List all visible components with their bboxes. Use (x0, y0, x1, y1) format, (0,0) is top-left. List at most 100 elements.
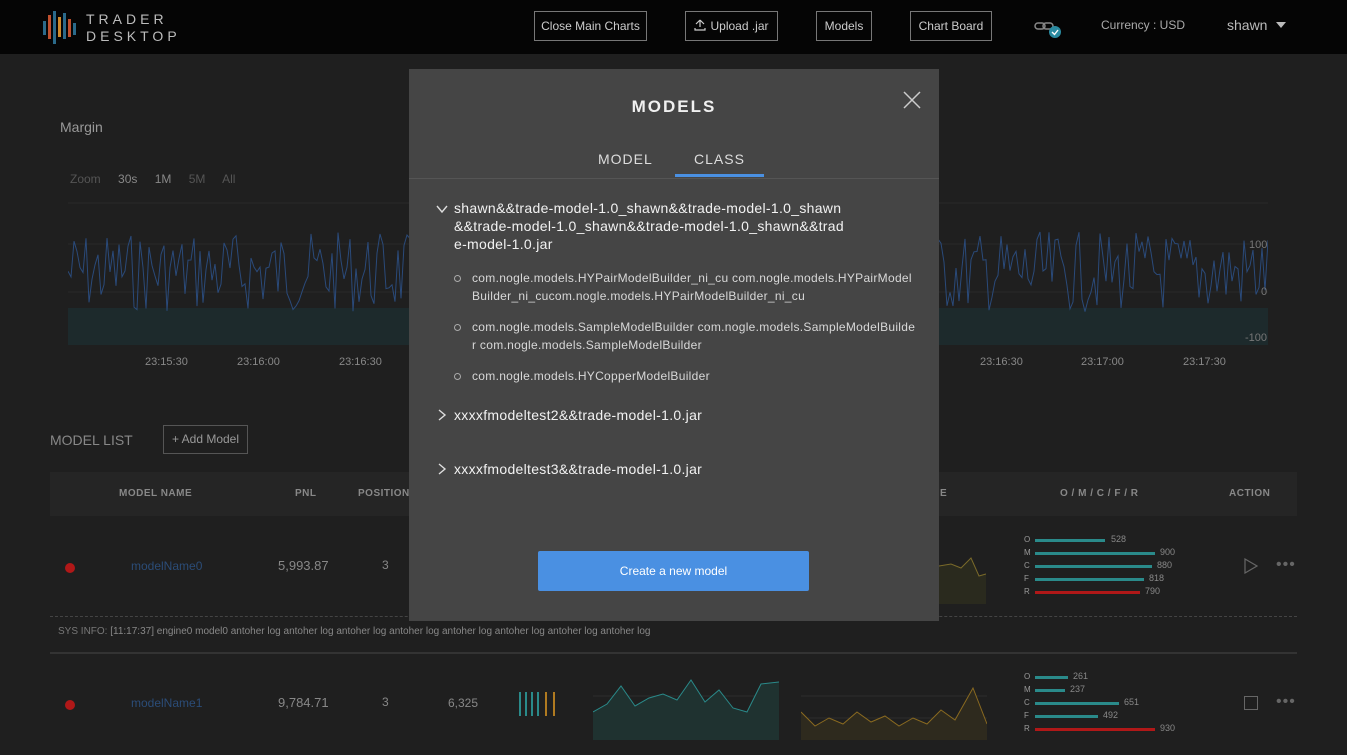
active-tab-indicator (675, 174, 764, 177)
class-item[interactable]: com.nogle.models.HYCopperModelBuilder (472, 367, 917, 385)
stop-icon[interactable] (1244, 696, 1258, 710)
pnl-value: 9,784.71 (278, 695, 329, 710)
user-menu[interactable]: shawn (1227, 17, 1267, 33)
jar-item[interactable]: xxxxfmodeltest3&&trade-model-1.0.jar (454, 460, 702, 478)
app-logo[interactable]: TRADER DESKTOP (42, 10, 182, 46)
x-tick: 23:16:00 (237, 356, 280, 368)
upload-jar-button[interactable]: Upload .jar (685, 11, 778, 41)
logo-line2: DESKTOP (86, 28, 181, 44)
y-tick-100: 100 (1249, 239, 1268, 251)
chevron-down-icon[interactable] (1276, 22, 1286, 28)
sys-info-label: SYS INFO: (58, 626, 108, 637)
omcfr-value: 930 (1160, 723, 1176, 733)
zoom-label: Zoom (70, 172, 101, 186)
row-sparkline (939, 557, 986, 604)
position-value: 3 (382, 558, 389, 572)
omcfr-value: 492 (1103, 710, 1119, 720)
omcfr-label: M (1024, 685, 1031, 694)
connection-status-icon[interactable] (1034, 19, 1064, 39)
omcfr-label: O (1024, 535, 1031, 544)
jar-name-line: e-model-1.0.jar (454, 236, 553, 252)
play-icon[interactable] (1244, 558, 1258, 574)
x-tick: 23:17:00 (1081, 356, 1124, 368)
omcfr-bar (1035, 676, 1068, 679)
row-teal-chart (593, 679, 779, 740)
omcfr-label: O (1024, 672, 1031, 681)
class-item[interactable]: com.nogle.models.SampleModelBuilder com.… (472, 318, 917, 354)
bullet-icon (454, 275, 461, 282)
status-dot (65, 700, 75, 710)
zoom-controls: Zoom 30s 1M 5M All (70, 172, 249, 186)
x-tick: 23:16:30 (339, 356, 382, 368)
omcfr-label: R (1024, 587, 1030, 596)
close-icon[interactable] (901, 89, 923, 111)
upload-jar-label: Upload .jar (710, 19, 769, 33)
header-pnl: PNL (295, 488, 317, 499)
chevron-right-icon[interactable] (436, 409, 448, 421)
margin-chart-title: Margin (60, 119, 103, 135)
position-value: 3 (382, 695, 389, 709)
top-bar: TRADER DESKTOP Close Main Charts Upload … (0, 0, 1347, 54)
zoom-30s[interactable]: 30s (118, 172, 137, 186)
omcfr-value: 261 (1073, 671, 1089, 681)
chart-board-button[interactable]: Chart Board (910, 11, 992, 41)
omcfr-bar (1035, 552, 1155, 555)
class-item[interactable]: com.nogle.models.HYPairModelBuilder_ni_c… (472, 269, 917, 305)
zoom-all[interactable]: All (222, 172, 235, 186)
omcfr-label: R (1024, 724, 1030, 733)
jar-item-expanded[interactable]: shawn&&trade-model-1.0_shawn&&trade-mode… (454, 199, 844, 253)
omcfr-label: C (1024, 561, 1030, 570)
model-name-link[interactable]: modelName0 (131, 559, 202, 573)
mini-bars-icon (519, 692, 555, 716)
omcfr-label: C (1024, 698, 1030, 707)
models-button[interactable]: Models (816, 11, 872, 41)
close-main-charts-button[interactable]: Close Main Charts (534, 11, 647, 41)
omcfr-bar (1035, 565, 1152, 568)
upload-icon (694, 19, 707, 31)
omcfr-value: 900 (1160, 547, 1176, 557)
status-dot (65, 563, 75, 573)
row-separator (50, 652, 1297, 654)
models-modal: MODELS MODEL CLASS shawn&&trade-model-1.… (409, 69, 939, 621)
y-tick-0: 0 (1261, 286, 1268, 298)
header-e: E (940, 488, 948, 499)
logo-bars-icon (43, 11, 76, 44)
currency-label: Currency : USD (1101, 18, 1186, 32)
bullet-icon (454, 373, 461, 380)
model-name-link[interactable]: modelName1 (131, 696, 202, 710)
tab-model[interactable]: MODEL (598, 151, 653, 167)
bullet-icon (454, 324, 461, 331)
omcfr-label: F (1024, 711, 1029, 720)
add-model-button[interactable]: + Add Model (163, 425, 248, 454)
model-list-title: MODEL LIST (50, 432, 133, 448)
omcfr-bar (1035, 715, 1098, 718)
omcfr-value: 651 (1124, 697, 1140, 707)
omcfr-value: 818 (1149, 573, 1165, 583)
omcfr-bar (1035, 578, 1144, 581)
pnl-value: 5,993.87 (278, 558, 329, 573)
jar-name-line: &&trade-model-1.0_shawn&&trade-model-1.0… (454, 218, 844, 234)
more-options-icon[interactable]: ••• (1276, 693, 1296, 711)
extra-value: 6,325 (448, 696, 479, 710)
x-tick: 23:15:30 (145, 356, 188, 368)
omcfr-label: F (1024, 574, 1029, 583)
zoom-1m[interactable]: 1M (155, 172, 172, 186)
omcfr-value: 790 (1145, 586, 1161, 596)
modal-title: MODELS (631, 97, 717, 116)
tab-class[interactable]: CLASS (694, 151, 745, 167)
sys-info-text: [11:17:37] engine0 model0 antoher log an… (110, 626, 651, 637)
header-model-name: MODEL NAME (119, 488, 193, 499)
more-options-icon[interactable]: ••• (1276, 556, 1296, 574)
create-model-button[interactable]: Create a new model (538, 551, 809, 591)
tab-divider (409, 178, 939, 179)
row-gold-chart (801, 686, 987, 740)
omcfr-value: 237 (1070, 684, 1086, 694)
omcfr-label: M (1024, 548, 1031, 557)
omcfr-value: 880 (1157, 560, 1173, 570)
zoom-5m[interactable]: 5M (189, 172, 206, 186)
y-tick-neg100: -100 (1245, 332, 1268, 344)
chevron-right-icon[interactable] (436, 463, 448, 475)
chevron-down-icon[interactable] (436, 203, 448, 215)
omcfr-bar (1035, 539, 1105, 542)
jar-item[interactable]: xxxxfmodeltest2&&trade-model-1.0.jar (454, 406, 702, 424)
